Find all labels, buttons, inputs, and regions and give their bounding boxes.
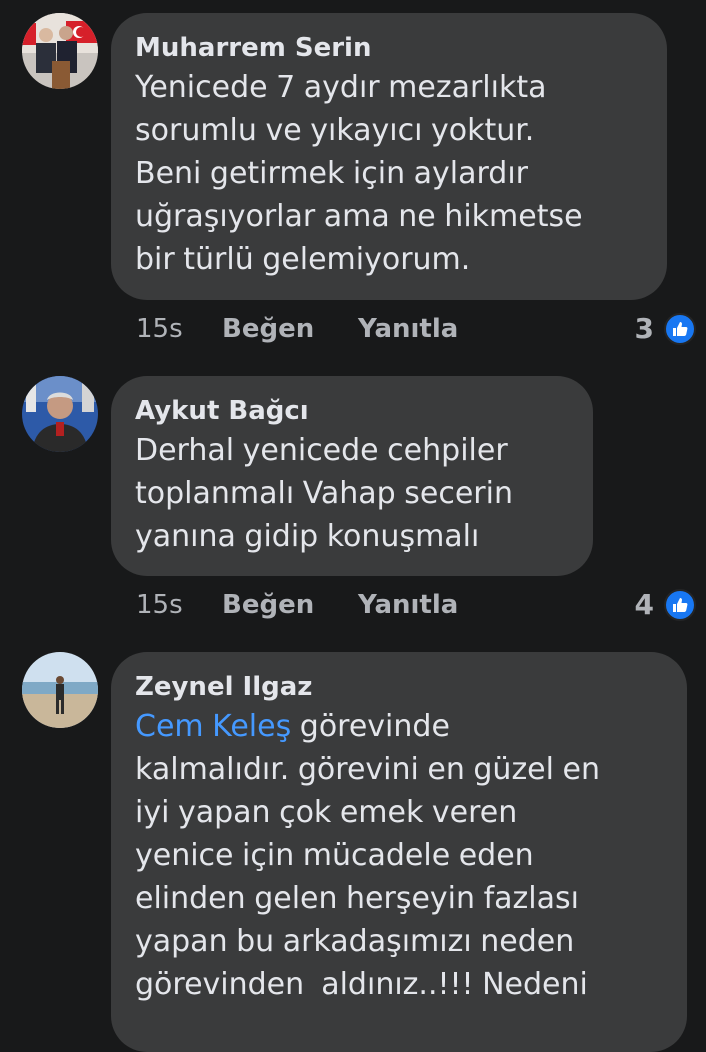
avatar[interactable]	[22, 13, 98, 89]
comment: Aykut Bağcı Derhal yenicede cehpiler top…	[0, 360, 706, 650]
comment: Zeynel Ilgaz Cem Keleş görevinde kalmalı…	[0, 650, 706, 1052]
comment-timestamp[interactable]: 15s	[136, 309, 183, 349]
comment-text-fragment: görevinde	[291, 709, 450, 744]
comment-bubble: Aykut Bağcı Derhal yenicede cehpiler top…	[111, 376, 593, 576]
comment-bubble: Muharrem Serin Yenicede 7 aydır mezarlık…	[111, 13, 667, 300]
comment-author[interactable]: Zeynel Ilgaz	[135, 670, 663, 704]
avatar[interactable]	[22, 376, 98, 452]
comment: Muharrem Serin Yenicede 7 aydır mezarlık…	[0, 0, 706, 360]
comment-text-line: uğraşıyorlar ama ne hikmetse	[135, 199, 583, 234]
comment-text-line: yapan bu arkadaşımızı neden	[135, 924, 575, 959]
comment-text: Yenicede 7 aydır mezarlıkta sorumlu ve y…	[135, 66, 643, 281]
reply-button[interactable]: Yanıtla	[358, 585, 458, 625]
comment-text-line: Beni getirmek için aylardır	[135, 156, 529, 191]
comment-actions: 15s Beğen Yanıtla	[136, 309, 676, 349]
mention-link[interactable]: Cem Keleş	[135, 709, 291, 744]
comment-timestamp[interactable]: 15s	[136, 585, 183, 625]
comment-text-line: Yenicede 7 aydır mezarlıkta	[135, 70, 547, 105]
reaction-summary[interactable]: 3	[600, 309, 696, 349]
comment-text: Derhal yenicede cehpiler toplanmalı Vaha…	[135, 429, 569, 558]
reaction-count: 3	[634, 312, 654, 345]
avatar[interactable]	[22, 652, 98, 728]
comment-author[interactable]: Aykut Bağcı	[135, 394, 569, 428]
comment-bubble: Zeynel Ilgaz Cem Keleş görevinde kalmalı…	[111, 652, 687, 1052]
comment-text-line: iyi yapan çok emek veren	[135, 795, 518, 830]
comment-text-line: kalmalıdır. görevini en güzel en	[135, 752, 600, 787]
like-button[interactable]: Beğen	[222, 585, 314, 625]
comment-text: Cem Keleş görevinde kalmalıdır. görevini…	[135, 705, 663, 1006]
like-button[interactable]: Beğen	[222, 309, 314, 349]
comment-text-line: bir türlü gelemiyorum.	[135, 242, 471, 277]
reply-button[interactable]: Yanıtla	[358, 309, 458, 349]
comment-text-line: yanına gidip konuşmalı	[135, 519, 480, 554]
comment-text-line: sorumlu ve yıkayıcı yoktur.	[135, 113, 535, 148]
comment-text-line: elinden gelen herşeyin fazlası	[135, 881, 579, 916]
comment-text-line: Cem Keleş görevinde	[135, 705, 663, 748]
comment-author[interactable]: Muharrem Serin	[135, 31, 643, 65]
comment-text-line: yenice için mücadele eden	[135, 838, 534, 873]
comment-text-line: Derhal yenicede cehpiler	[135, 433, 508, 468]
comment-text-line: görevinden aldınız..!!! Nedeni	[135, 967, 588, 1002]
reaction-count: 4	[634, 588, 654, 621]
comment-actions: 15s Beğen Yanıtla	[136, 585, 676, 625]
thumbs-up-icon	[664, 313, 696, 345]
reaction-summary[interactable]: 4	[600, 585, 696, 625]
comment-text-line: toplanmalı Vahap secerin	[135, 476, 513, 511]
thumbs-up-icon	[664, 589, 696, 621]
